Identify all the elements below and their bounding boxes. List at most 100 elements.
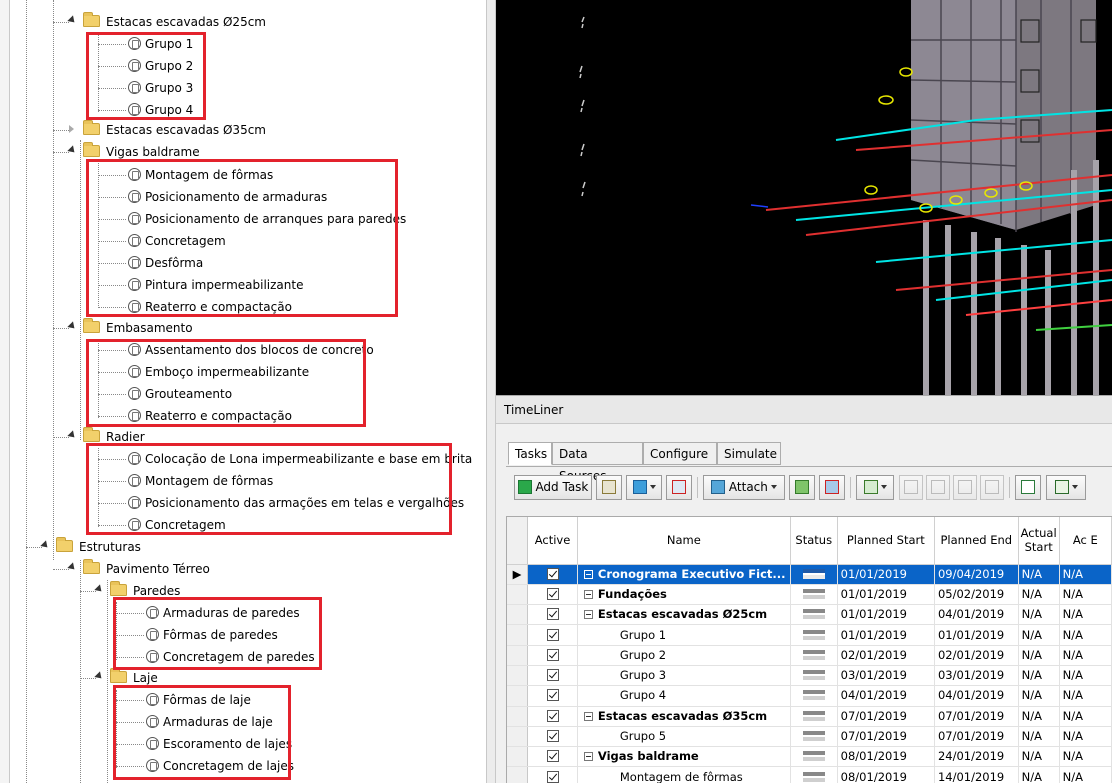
column-header-name[interactable]: Name [577, 517, 791, 565]
move-up-button[interactable] [953, 475, 977, 500]
row-header[interactable] [507, 726, 529, 748]
tree-node-l2[interactable]: Armaduras de laje [146, 711, 273, 733]
column-header-status[interactable]: Status [790, 517, 838, 565]
tree-node-estrut[interactable]: Estruturas [56, 536, 143, 558]
active-checkbox[interactable] [546, 689, 559, 702]
tasks-grid[interactable]: Active Name Status Planned Start Planned… [506, 516, 1112, 783]
active-checkbox[interactable] [546, 648, 559, 661]
table-row[interactable]: ▶ Cronograma Executivo Fict... 01/01/2019 0… [507, 564, 1112, 585]
expanded-arrow-icon[interactable] [94, 671, 106, 683]
collapse-toggle-icon[interactable] [583, 711, 593, 721]
tree-node-v1[interactable]: Montagem de fôrmas [128, 164, 273, 186]
table-row[interactable]: Estacas escavadas Ø25cm 01/01/2019 04/01/2… [507, 604, 1112, 626]
tab-configure[interactable]: Configure [643, 442, 717, 465]
add-task-button[interactable]: Add Task [514, 475, 592, 500]
insert-task-button[interactable] [626, 475, 662, 500]
tree-node-v7[interactable]: Reaterro e compactação [128, 296, 292, 318]
tree-node-embas[interactable]: Embasamento [83, 317, 195, 339]
table-row[interactable]: Grupo 4 04/01/2019 04/01/2019 N/A N/A [507, 685, 1112, 707]
tree-node-estacas35[interactable]: Estacas escavadas Ø35cm [83, 119, 268, 141]
column-header-actual-end[interactable]: Ac E [1059, 517, 1112, 565]
row-header[interactable] [507, 665, 529, 687]
tree-node-r1[interactable]: Colocação de Lona impermeabilizante e ba… [128, 448, 472, 470]
table-row[interactable]: Montagem de fôrmas 08/01/2019 14/01/2019 N/… [507, 766, 1112, 783]
tree-node-laje[interactable]: Laje [110, 667, 160, 689]
active-checkbox[interactable] [546, 587, 559, 600]
row-header[interactable]: ▶ [507, 564, 529, 585]
collapse-toggle-icon[interactable] [583, 589, 593, 599]
tree-node-v3[interactable]: Posicionamento de arranques para paredes [128, 208, 406, 230]
active-checkbox[interactable] [546, 669, 559, 682]
tree-node-l1[interactable]: Fôrmas de laje [146, 689, 251, 711]
auto-attach-button[interactable] [789, 475, 815, 500]
row-header[interactable] [507, 685, 529, 707]
tree-node-v6[interactable]: Pintura impermeabilizante [128, 274, 303, 296]
tree-node-r2[interactable]: Montagem de fôrmas [128, 470, 273, 492]
tree-node-l3[interactable]: Escoramento de lajes [146, 733, 292, 755]
tree-node-p1[interactable]: Armaduras de paredes [146, 602, 300, 624]
detach-button[interactable] [819, 475, 845, 500]
tree-node-e3[interactable]: Grouteamento [128, 383, 232, 405]
expanded-arrow-icon[interactable] [40, 540, 52, 552]
active-checkbox[interactable] [546, 730, 559, 743]
task-tree-pane[interactable]: Estacas escavadas Ø25cm Grupo 1 Grupo 2 Gru… [0, 0, 486, 783]
collapse-toggle-icon[interactable] [583, 752, 593, 762]
tab-tasks[interactable]: Tasks [508, 442, 552, 465]
active-checkbox[interactable] [546, 709, 559, 722]
move-down-button[interactable] [980, 475, 1004, 500]
add-comment-button[interactable] [1015, 475, 1041, 500]
active-checkbox[interactable] [546, 608, 559, 621]
tree-node-estacas25[interactable]: Estacas escavadas Ø25cm [83, 11, 268, 33]
table-row[interactable]: Grupo 3 03/01/2019 03/01/2019 N/A N/A [507, 665, 1112, 687]
column-header-planned-end[interactable]: Planned End [934, 517, 1019, 565]
active-checkbox[interactable] [546, 770, 559, 783]
tree-node-p3[interactable]: Concretagem de paredes [146, 646, 315, 668]
collapse-toggle-icon[interactable] [583, 610, 593, 620]
tree-node-p2[interactable]: Fôrmas de paredes [146, 624, 278, 646]
expanded-arrow-icon[interactable] [94, 584, 106, 596]
tab-simulate[interactable]: Simulate [717, 442, 781, 465]
tree-node-g2[interactable]: Grupo 2 [128, 55, 193, 77]
expanded-arrow-icon[interactable] [67, 15, 79, 27]
column-header-active[interactable]: Active [527, 517, 578, 565]
row-header[interactable] [507, 746, 529, 768]
table-row[interactable]: Fundações 01/01/2019 05/02/2019 N/A N/A [507, 584, 1112, 606]
auto-add-tasks-button[interactable] [596, 475, 622, 500]
row-header[interactable] [507, 604, 529, 626]
delete-task-button[interactable] [666, 475, 692, 500]
row-header[interactable] [507, 766, 529, 783]
row-header[interactable] [507, 584, 529, 606]
tree-node-radier[interactable]: Radier [83, 426, 147, 448]
row-header[interactable] [507, 645, 529, 666]
expanded-arrow-icon[interactable] [67, 430, 79, 442]
tree-node-v5[interactable]: Desfôrma [128, 252, 203, 274]
table-row[interactable]: Estacas escavadas Ø35cm 07/01/2019 07/01/2… [507, 706, 1112, 727]
table-row[interactable]: Grupo 1 01/01/2019 01/01/2019 N/A N/A [507, 624, 1112, 646]
expanded-arrow-icon[interactable] [67, 321, 79, 333]
tree-node-g4[interactable]: Grupo 4 [128, 99, 193, 121]
indent-button[interactable] [899, 475, 923, 500]
column-header-actual-start[interactable]: Actual Start [1018, 517, 1060, 565]
collapse-toggle-icon[interactable] [583, 569, 593, 579]
row-header[interactable] [507, 624, 529, 646]
columns-button[interactable] [1046, 475, 1086, 500]
active-checkbox[interactable] [546, 567, 559, 580]
collapsed-arrow-icon[interactable] [69, 125, 74, 133]
tree-node-v4[interactable]: Concretagem [128, 230, 226, 252]
tree-node-l4[interactable]: Concretagem de lajes [146, 755, 294, 777]
table-row[interactable]: Grupo 2 02/01/2019 02/01/2019 N/A N/A [507, 645, 1112, 666]
active-checkbox[interactable] [546, 628, 559, 641]
tree-node-vigas[interactable]: Vigas baldrame [83, 141, 202, 163]
tab-data-sources[interactable]: Data Sources [552, 442, 643, 483]
tree-node-paredes[interactable]: Paredes [110, 580, 182, 602]
outdent-button[interactable] [926, 475, 950, 500]
tree-node-e4[interactable]: Reaterro e compactação [128, 405, 292, 427]
tree-node-e2[interactable]: Emboço impermeabilizante [128, 361, 309, 383]
column-header-planned-start[interactable]: Planned Start [837, 517, 935, 565]
tree-node-r3[interactable]: Posicionamento das armações em telas e v… [128, 492, 464, 514]
tree-node-pav[interactable]: Pavimento Térreo [83, 558, 212, 580]
pane-splitter[interactable] [486, 0, 496, 783]
expanded-arrow-icon[interactable] [67, 145, 79, 157]
tree-node-g3[interactable]: Grupo 3 [128, 77, 193, 99]
attach-button[interactable]: Attach [703, 475, 785, 500]
